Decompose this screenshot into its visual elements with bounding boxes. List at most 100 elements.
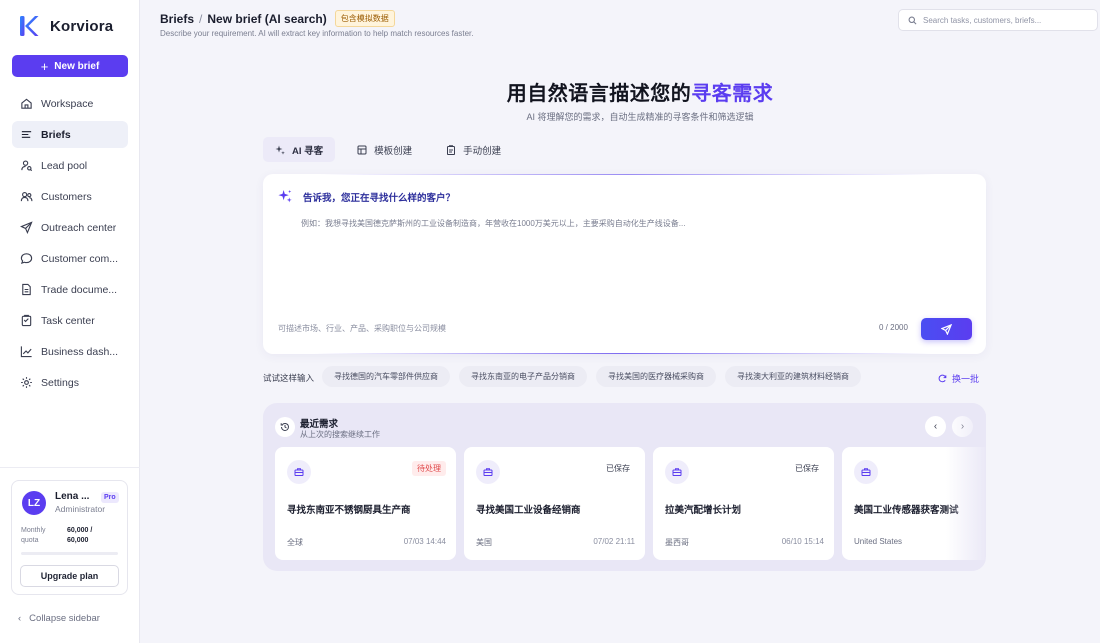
- card-title: 寻找东南亚不锈钢厨具生产商: [287, 505, 411, 516]
- new-brief-button[interactable]: + New brief: [12, 55, 128, 77]
- avatar[interactable]: LZ: [22, 491, 46, 515]
- sidebar-nav: Workspace Briefs Lead pool Customers Out…: [12, 90, 128, 400]
- tab-label: 手动创建: [463, 145, 502, 157]
- sidebar-item-label: Business dash...: [41, 345, 119, 358]
- page-header: Briefs / New brief (AI search) 包含模拟数据 De…: [140, 0, 1100, 48]
- prompt-hint: 可描述市场、行业、产品、采购职位与公司规模: [278, 324, 446, 333]
- briefcase-icon: [665, 460, 689, 484]
- sidebar-item-label: Outreach center: [41, 221, 117, 234]
- decorative-divider: [314, 353, 931, 354]
- suggestions-label: 试试这样输入: [263, 373, 315, 383]
- document-icon: [22, 283, 31, 296]
- grid-icon: [357, 145, 367, 154]
- sidebar-item-lead-pool[interactable]: Lead pool: [12, 152, 128, 179]
- refresh-suggestions-button[interactable]: 换一批: [938, 372, 979, 385]
- hero-subtitle: AI 将理解您的需求，自动生成精准的寻客条件和筛选逻辑: [526, 112, 754, 122]
- brand[interactable]: Korviora: [18, 14, 113, 38]
- recent-brief-card[interactable]: 已保存 拉美汽配增长计划 墨西哥 06/10 15:14: [653, 447, 834, 560]
- hero-title: 用自然语言描述您的寻客需求: [140, 77, 1100, 106]
- collapse-sidebar-button[interactable]: ‹ Collapse sidebar: [18, 613, 100, 624]
- next-page-button[interactable]: ›: [952, 416, 973, 437]
- clipboard-icon: [447, 144, 456, 155]
- card-region: 墨西哥: [665, 538, 689, 547]
- home-icon: [21, 98, 32, 109]
- send-icon: [941, 323, 952, 335]
- mock-data-badge: 包含模拟数据: [334, 10, 395, 27]
- recent-title: 最近需求: [300, 419, 339, 430]
- suggestion-chip[interactable]: 寻找东南亚的电子产品分销商: [459, 366, 587, 387]
- requirement-textarea[interactable]: [301, 218, 951, 308]
- tab-manual-create[interactable]: 手动创建: [434, 137, 513, 162]
- clipboard-icon: [21, 314, 32, 327]
- history-icon: [275, 417, 295, 437]
- sidebar-item-label: Settings: [41, 376, 79, 389]
- sidebar-item-trade-documents[interactable]: Trade docume...: [12, 276, 128, 303]
- sidebar-item-task-center[interactable]: Task center: [12, 307, 128, 334]
- refresh-label: 换一批: [952, 374, 980, 384]
- upgrade-plan-button[interactable]: Upgrade plan: [20, 565, 119, 587]
- status-badge: 已保存: [606, 464, 630, 473]
- sidebar-item-customers[interactable]: Customers: [12, 183, 128, 210]
- card-title: 寻找美国工业设备经销商: [476, 505, 581, 516]
- card-region: United States: [854, 537, 903, 546]
- sidebar-item-label: Lead pool: [41, 159, 88, 172]
- sidebar: Korviora + New brief Workspace Briefs Le…: [0, 0, 140, 643]
- prev-page-button[interactable]: ‹: [925, 416, 946, 437]
- search-input[interactable]: Search tasks, customers, briefs...: [898, 9, 1098, 31]
- recent-cards: 待处理 寻找东南亚不锈钢厨具生产商 全球 07/03 14:44 已保存 寻找美…: [275, 447, 986, 560]
- sparkle-icon: [21, 131, 32, 138]
- sidebar-item-label: Workspace: [41, 97, 94, 110]
- character-count: 0 / 2000: [879, 323, 908, 332]
- card-date: 07/02 21:11: [593, 537, 635, 546]
- search-icon: [908, 16, 917, 24]
- briefcase-icon: [287, 460, 311, 484]
- hero-title-highlight: 寻客需求: [691, 83, 774, 105]
- sidebar-item-settings[interactable]: Settings: [12, 369, 128, 396]
- mode-tabs: AI 寻客 模板创建 手动创建: [263, 137, 513, 162]
- sidebar-divider: [0, 467, 140, 468]
- sidebar-item-label: Customers: [41, 190, 92, 203]
- prompt-question: 告诉我，您正在寻找什么样的客户？: [303, 193, 456, 204]
- card-date: 07/03 14:44: [403, 537, 446, 546]
- sidebar-item-briefs[interactable]: Briefs: [12, 121, 128, 148]
- decorative-divider: [320, 174, 935, 175]
- breadcrumb: Briefs / New brief (AI search) 包含模拟数据: [160, 10, 395, 27]
- sparkle-icon: [275, 145, 285, 155]
- korviora-logo-icon: [20, 16, 39, 36]
- sidebar-item-label: Task center: [41, 314, 95, 327]
- status-badge: 已保存: [795, 464, 819, 473]
- collapse-sidebar-label: Collapse sidebar: [29, 613, 100, 624]
- plan-badge: Pro: [101, 492, 119, 503]
- card-title: 拉美汽配增长计划: [665, 505, 742, 516]
- user-name: Lena ...: [55, 491, 90, 502]
- suggestion-chip[interactable]: 寻找澳大利亚的建筑材料经销商: [725, 366, 861, 387]
- gear-icon: [21, 377, 32, 388]
- recent-brief-card[interactable]: 待处理 寻找东南亚不锈钢厨具生产商 全球 07/03 14:44: [275, 447, 456, 560]
- chevron-left-icon: ‹: [933, 421, 938, 432]
- recent-brief-card[interactable]: 美国工业传感器获客测试 United States 06: [842, 447, 986, 560]
- chevron-left-icon: ‹: [18, 613, 22, 624]
- tab-template-create[interactable]: 模板创建: [345, 137, 424, 162]
- sidebar-item-workspace[interactable]: Workspace: [12, 90, 128, 117]
- sidebar-item-outreach-center[interactable]: Outreach center: [12, 214, 128, 241]
- user-role: Administrator: [55, 504, 106, 514]
- send-button[interactable]: [921, 318, 972, 340]
- recent-pager: ‹ ›: [925, 416, 973, 437]
- recent-brief-card[interactable]: 已保存 寻找美国工业设备经销商 美国 07/02 21:11: [464, 447, 645, 560]
- users-icon: [20, 192, 33, 202]
- tab-label: 模板创建: [374, 145, 413, 157]
- tab-label: AI 寻客: [292, 145, 324, 157]
- prompt-card: 告诉我，您正在寻找什么样的客户？ 可描述市场、行业、产品、采购职位与公司规模 0…: [263, 174, 986, 354]
- chat-icon: [20, 253, 33, 265]
- suggestion-chip[interactable]: 寻找美国的医疗器械采购商: [596, 366, 716, 387]
- sidebar-item-customer-comm[interactable]: Customer com...: [12, 245, 128, 272]
- sidebar-item-label: Customer com...: [41, 252, 119, 265]
- tab-ai-search[interactable]: AI 寻客: [263, 137, 336, 162]
- user-search-icon: [21, 160, 33, 172]
- card-region: 美国: [476, 538, 492, 547]
- suggestion-chip[interactable]: 寻找德国的汽车零部件供应商: [322, 366, 450, 387]
- sidebar-item-business-dashboard[interactable]: Business dash...: [12, 338, 128, 365]
- card-region: 全球: [287, 538, 303, 547]
- refresh-icon: [938, 374, 947, 383]
- breadcrumb-root[interactable]: Briefs: [160, 12, 194, 26]
